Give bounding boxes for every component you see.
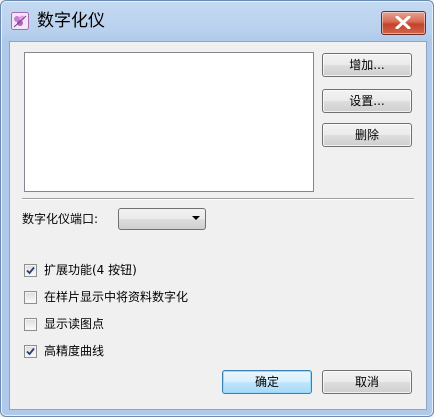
digitize-in-sample-label: 在样片显示中将资料数字化: [44, 290, 189, 304]
checkmark-icon: [26, 266, 35, 275]
ok-button[interactable]: 确定: [222, 370, 312, 394]
dialog-window: 数字化仪 增加... 设置... 删除 数字化仪端口: 扩展功能(4 按钮) 在…: [0, 0, 434, 417]
port-select[interactable]: [118, 208, 206, 230]
dialog-body: 增加... 设置... 删除 数字化仪端口: 扩展功能(4 按钮) 在样片显示中…: [9, 41, 427, 410]
show-read-points-label: 显示读图点: [44, 317, 105, 331]
high-precision-curves-label: 高精度曲线: [44, 344, 105, 358]
digitizer-app-icon: [11, 12, 29, 30]
checkmark-icon: [26, 347, 35, 356]
digitizer-list[interactable]: [24, 52, 314, 192]
chevron-down-icon: [192, 216, 200, 220]
extended-functions-label: 扩展功能(4 按钮): [44, 263, 137, 277]
show-read-points-checkbox[interactable]: [24, 318, 37, 331]
port-label: 数字化仪端口:: [22, 212, 99, 226]
digitize-in-sample-checkbox[interactable]: [24, 291, 37, 304]
window-title: 数字化仪: [37, 11, 105, 31]
add-button[interactable]: 增加...: [322, 53, 412, 77]
title-bar[interactable]: 数字化仪: [1, 1, 433, 41]
cancel-button[interactable]: 取消: [322, 370, 412, 394]
separator: [22, 198, 414, 200]
close-button[interactable]: [381, 11, 426, 35]
close-x-icon: [395, 16, 411, 29]
high-precision-curves-checkbox[interactable]: [24, 345, 37, 358]
extended-functions-checkbox[interactable]: [24, 264, 37, 277]
settings-button[interactable]: 设置...: [322, 89, 412, 113]
delete-button[interactable]: 删除: [322, 123, 412, 147]
